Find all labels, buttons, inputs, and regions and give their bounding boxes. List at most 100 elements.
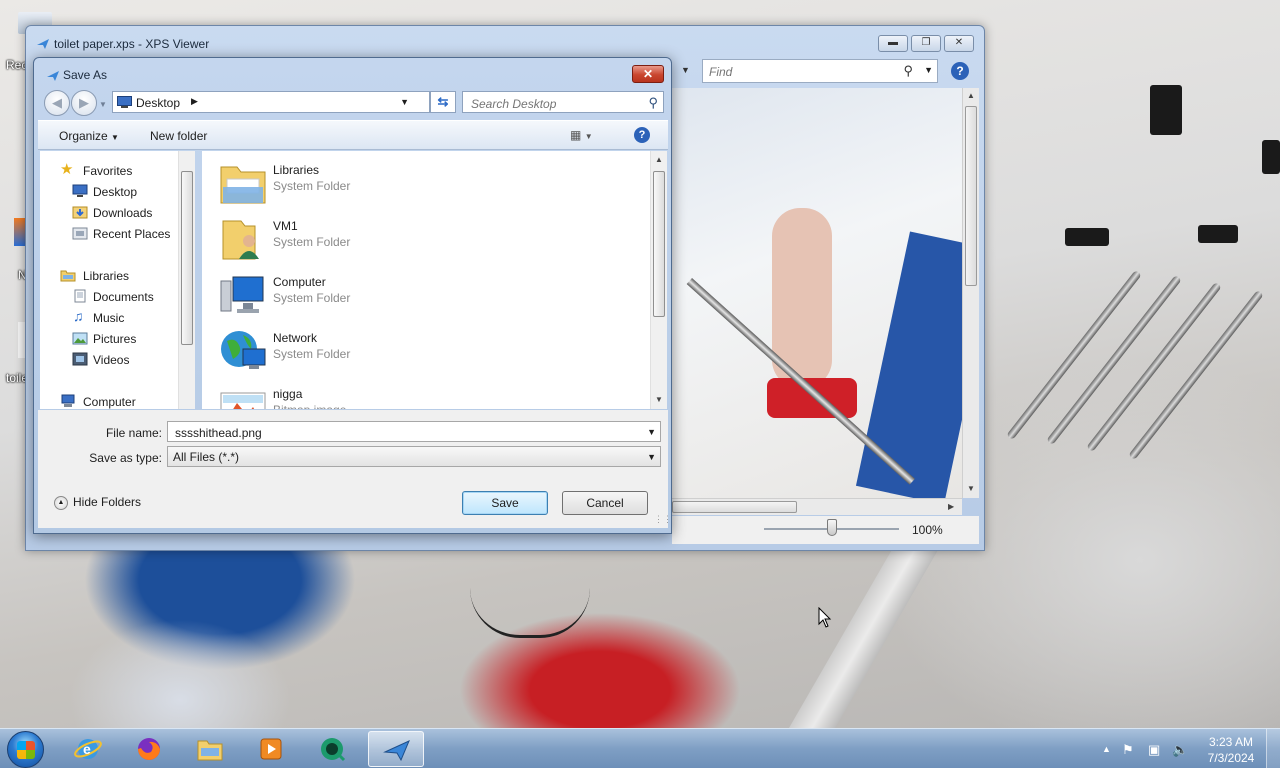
scroll-up-icon[interactable]: ▲ [655,155,663,164]
xps-viewer-icon [47,71,59,81]
search-box[interactable]: ⚲ [462,91,664,113]
find-input[interactable] [707,64,897,80]
dialog-title: Save As [63,68,108,82]
maximize-button[interactable]: ❐ [911,35,941,52]
file-type: Bitmap image [273,403,346,409]
search-input[interactable] [469,96,639,112]
organize-button[interactable]: Organize ▼ [59,129,119,143]
taskbar: e ▲ ⚑ ▣ 🔈 3:23 AM 7/3/2024 [0,728,1280,769]
hide-folders-toggle[interactable]: ▲ Hide Folders [54,495,141,510]
resize-grip-icon[interactable]: ⋮⋮ [654,514,672,525]
horizontal-scrollbar[interactable]: ▶ [672,498,962,515]
zoom-slider-thumb[interactable] [826,519,837,536]
search-icon[interactable]: ⚲ [648,95,658,111]
desktop-icon [117,96,132,108]
search-icon[interactable]: ⚲ [903,63,913,79]
start-button[interactable] [7,731,44,768]
refresh-button[interactable]: ⇆ [430,91,456,113]
scroll-down-icon[interactable]: ▼ [655,395,663,404]
file-type: System Folder [273,291,351,305]
file-list-scrollbar[interactable]: ▲ ▼ [650,151,667,409]
network-icon[interactable]: ▣ [1148,742,1160,758]
media-player-icon [260,738,282,760]
file-item-computer[interactable]: Computer System Folder [219,269,519,321]
new-folder-button[interactable]: New folder [150,129,207,143]
scroll-down-icon[interactable]: ▼ [967,484,975,493]
chevron-down-icon[interactable]: ▼ [647,427,656,437]
cancel-button[interactable]: Cancel [562,491,648,515]
breadcrumb[interactable]: Desktop [136,96,180,110]
user-folder-icon [222,220,259,260]
bitmap-image-icon [220,392,266,409]
save-as-dialog: Save As ✕ ◀ ▶ ▼ Desktop ▶ ▼ ⇆ ⚲ Organize… [33,57,672,534]
navigation-pane: ★ Favorites Desktop Downloads Recent Pla… [40,151,185,409]
system-clock[interactable]: 3:23 AM 7/3/2024 [1196,734,1266,766]
vertical-scrollbar[interactable]: ▲ ▼ [962,88,979,498]
socket-hole [1065,228,1109,246]
chevron-down-icon[interactable]: ▼ [400,97,409,107]
downloads-icon [72,206,88,219]
taskbar-internet-explorer[interactable]: e [60,731,116,767]
organize-label: Organize [59,129,108,143]
forward-button[interactable]: ▶ [71,90,97,116]
action-center-flag-icon[interactable]: ⚑ [1122,742,1134,758]
taskbar-green-app[interactable] [304,731,360,767]
zoom-level: 100% [912,523,943,537]
file-name: VM1 [273,219,298,233]
back-button[interactable]: ◀ [44,90,70,116]
file-item-vm1[interactable]: VM1 System Folder [219,213,519,265]
scrollbar-thumb[interactable] [653,171,665,317]
save-type-label: Save as type: [89,451,162,465]
recent-places-icon [72,227,88,240]
nav-label: Videos [93,353,130,367]
pictures-icon [72,332,88,345]
scrollbar-thumb[interactable] [181,171,193,345]
save-button[interactable]: Save [462,491,548,515]
file-name-input[interactable] [173,425,633,441]
nav-pane-scrollbar[interactable] [178,151,195,409]
file-item-bitmap[interactable]: nigga Bitmap image [219,381,519,409]
file-item-libraries[interactable]: Libraries System Folder [219,157,519,209]
address-bar[interactable]: Desktop ▶ ▼ [112,91,430,113]
status-bar: 100% [672,516,979,544]
help-icon[interactable]: ? [634,127,650,143]
scrollbar-thumb[interactable] [965,106,977,286]
file-name: Computer [273,275,326,289]
minimize-button[interactable]: ▬ [878,35,908,52]
close-button[interactable]: ✕ [944,35,974,52]
scrollbar-thumb[interactable] [672,501,797,513]
chevron-down-icon: ▼ [111,133,119,142]
file-type: System Folder [273,235,351,249]
view-options-button[interactable]: ▦ ▼ [570,128,593,142]
volume-muted-icon[interactable]: 🔈 [1172,742,1188,758]
nav-label: Downloads [93,206,153,220]
close-button[interactable]: ✕ [632,65,664,83]
chevron-down-icon[interactable]: ▼ [99,100,107,109]
taskbar-firefox[interactable] [121,731,177,767]
file-list: Libraries System Folder VM1 System Folde… [202,151,650,409]
find-box[interactable]: ⚲ ▼ [702,59,938,83]
taskbar-media-player[interactable] [243,731,299,767]
scroll-up-icon[interactable]: ▲ [967,91,975,100]
document-view[interactable] [672,88,962,498]
chevron-down-icon[interactable]: ▼ [681,65,690,75]
show-hidden-icons-icon[interactable]: ▲ [1102,744,1111,754]
desktop-icon [72,184,88,197]
file-name-field[interactable]: ▼ [167,421,661,442]
taskbar-xps-viewer[interactable] [368,731,424,767]
taskbar-file-explorer[interactable] [182,731,238,767]
chevron-down-icon[interactable]: ▼ [647,452,656,462]
chevron-down-icon: ▼ [584,132,593,141]
nav-label: Music [93,311,125,325]
help-icon[interactable]: ? [951,62,969,80]
file-type: System Folder [273,179,351,193]
computer-icon [220,276,264,313]
breadcrumb-arrow-icon[interactable]: ▶ [191,96,198,107]
file-item-network[interactable]: Network System Folder [219,325,519,377]
chevron-down-icon[interactable]: ▼ [924,65,933,75]
nav-label: Computer [83,395,136,409]
save-type-select[interactable]: All Files (*.*) ▼ [167,446,661,467]
scroll-right-icon[interactable]: ▶ [948,502,954,511]
show-desktop-button[interactable] [1266,729,1280,769]
internet-explorer-icon: e [74,739,102,759]
